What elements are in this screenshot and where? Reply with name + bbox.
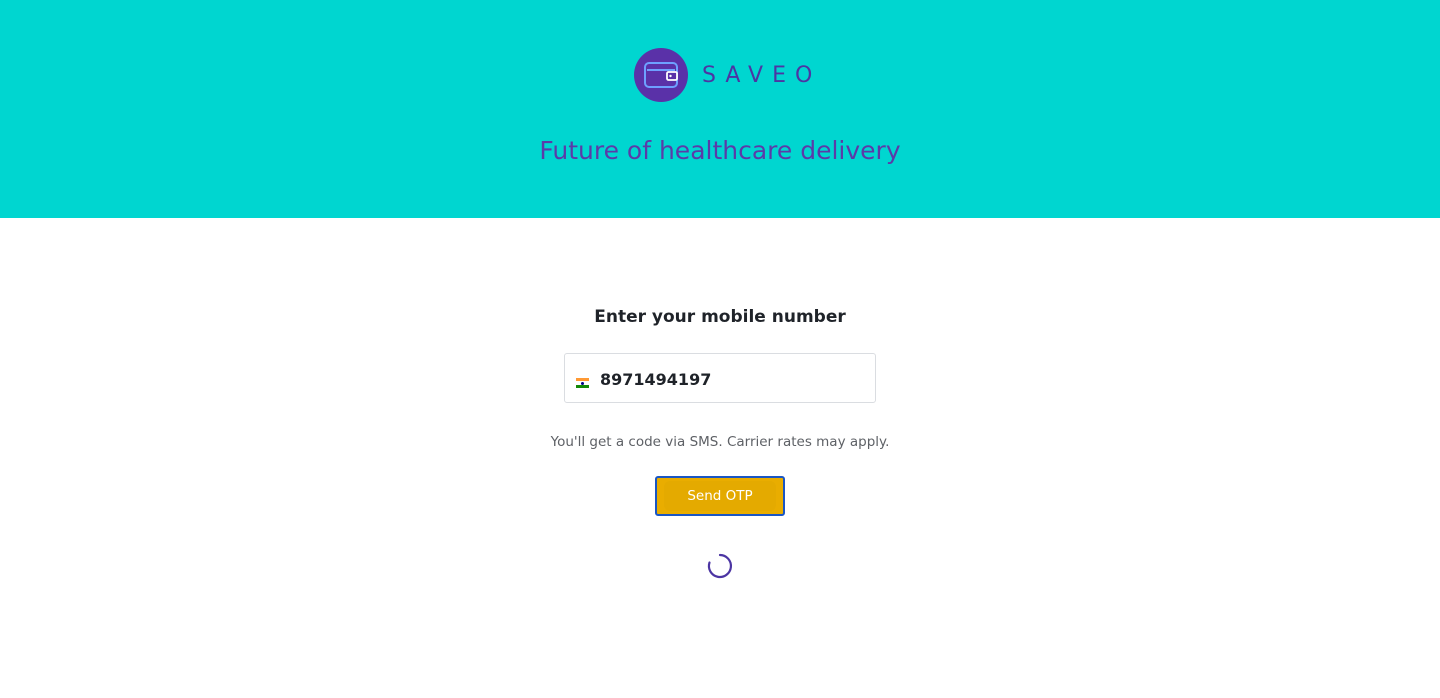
phone-field[interactable] — [564, 353, 876, 403]
phone-input[interactable] — [600, 366, 860, 392]
hero-banner: SAVEO Future of healthcare delivery — [0, 0, 1440, 218]
wallet-icon — [634, 48, 688, 102]
form-title: Enter your mobile number — [594, 307, 846, 327]
saveo-logo: SAVEO — [634, 48, 821, 102]
brand-wordmark: SAVEO — [702, 62, 822, 88]
loading-spinner-icon — [706, 552, 734, 580]
india-flag-icon[interactable] — [576, 378, 589, 388]
send-otp-label: Send OTP — [664, 481, 776, 511]
hero-tagline: Future of healthcare delivery — [539, 136, 901, 165]
sms-helper-text: You'll get a code via SMS. Carrier rates… — [550, 434, 890, 450]
send-otp-button[interactable]: Send OTP — [655, 476, 785, 516]
